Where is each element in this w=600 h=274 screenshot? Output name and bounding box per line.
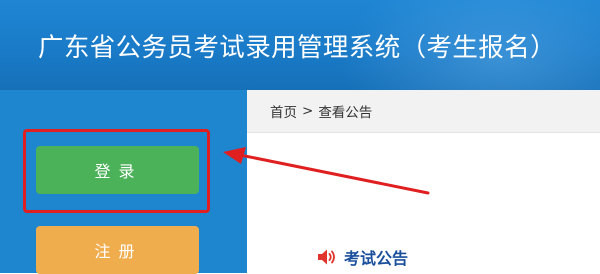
login-highlight-box: [23, 129, 210, 213]
speaker-icon: [318, 249, 335, 265]
notice-heading: 考试公告: [316, 244, 408, 270]
breadcrumb: 首页 > 查看公告: [247, 90, 600, 133]
register-button[interactable]: 注册: [36, 226, 199, 274]
breadcrumb-current: 查看公告: [318, 105, 373, 121]
notice-heading-text: 考试公告: [344, 249, 409, 268]
breadcrumb-separator: >: [302, 103, 314, 119]
site-title: 广东省公务员考试录用管理系统（考生报名）: [38, 33, 557, 63]
site-header: 广东省公务员考试录用管理系统（考生报名）: [0, 0, 600, 90]
breadcrumb-home[interactable]: 首页: [270, 101, 297, 121]
